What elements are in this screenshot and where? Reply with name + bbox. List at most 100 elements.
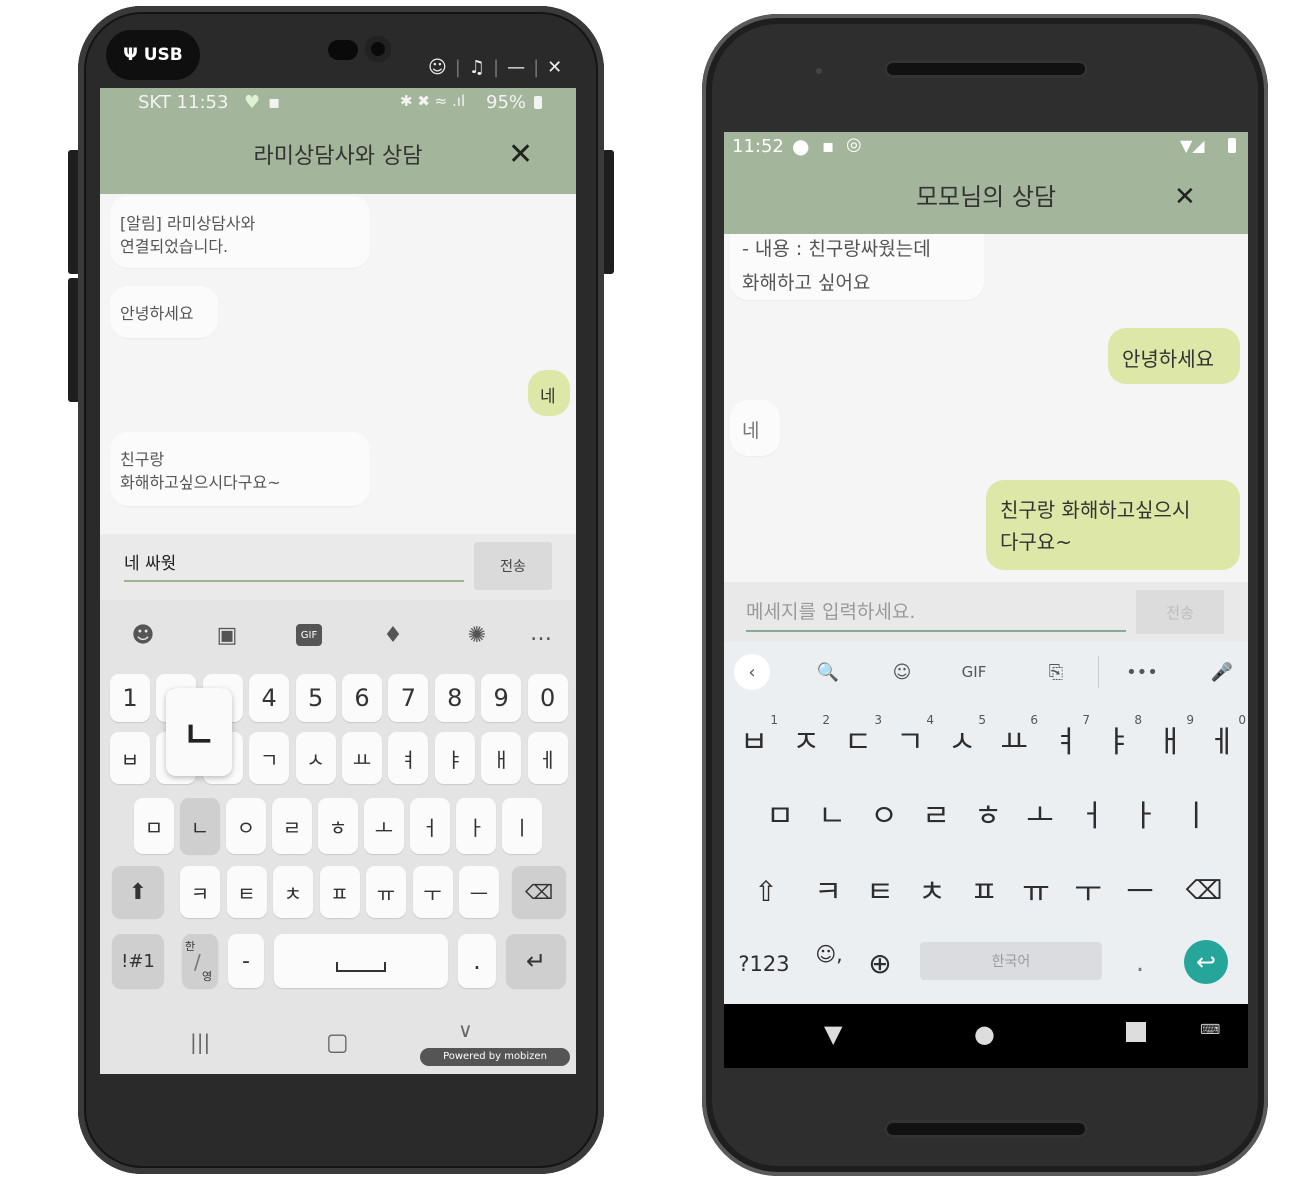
dash-key[interactable]: -: [228, 934, 264, 988]
emoji-comma-key[interactable]: ☺,: [814, 944, 844, 964]
close-chat-button-overlay[interactable]: ✕: [1174, 184, 1196, 210]
letter-key[interactable]: ㅎ: [318, 798, 358, 854]
letter-key[interactable]: ㅓ: [1076, 802, 1108, 832]
collapse-toolbar-icon[interactable]: ‹: [734, 654, 770, 690]
recents-nav-button[interactable]: |||: [190, 1030, 210, 1054]
letter-key[interactable]: ㅡ: [1124, 878, 1156, 908]
letter-key[interactable]: ㅜ: [1072, 878, 1104, 908]
letter-key[interactable]: ㅌ: [226, 866, 267, 918]
letter-key[interactable]: ㄴ: [816, 802, 848, 832]
letter-key[interactable]: ㅠ: [366, 866, 406, 918]
letter-key[interactable]: ㅠ: [1020, 878, 1052, 908]
sticker-icon[interactable]: ▣: [212, 620, 242, 650]
letter-key[interactable]: ㄹ: [272, 798, 312, 854]
symbols-key[interactable]: !#1: [112, 934, 164, 988]
more-icon[interactable]: •••: [1124, 654, 1160, 690]
back-nav-button[interactable]: ▼: [824, 1020, 842, 1048]
letter-key[interactable]: ㅡ: [459, 866, 499, 918]
letter-key[interactable]: ㅂ: [110, 732, 150, 784]
letter-key[interactable]: ㅗ: [1024, 802, 1056, 832]
close-chat-button[interactable]: ✕: [508, 140, 533, 170]
number-key-7[interactable]: 7: [388, 674, 429, 722]
letter-key[interactable]: ㅁ: [764, 802, 796, 832]
letter-key[interactable]: ㅍ: [968, 878, 1000, 908]
send-button[interactable]: 전송: [1136, 590, 1224, 634]
letter-key[interactable]: ㅌ: [864, 878, 896, 908]
letter-key[interactable]: ㅍ: [319, 866, 360, 918]
letter-key[interactable]: ㅔ0: [1206, 714, 1246, 758]
letter-key[interactable]: ㅑ8: [1102, 714, 1142, 758]
bell-icon[interactable]: ♫: [469, 57, 485, 78]
letter-key[interactable]: ㅇ: [226, 798, 266, 854]
number-key-9[interactable]: 9: [481, 674, 522, 722]
letter-key[interactable]: ㄴ: [180, 798, 220, 854]
number-key-8[interactable]: 8: [434, 674, 475, 722]
search-icon[interactable]: 🔍: [810, 654, 846, 690]
backspace-key[interactable]: ⌫: [512, 866, 566, 918]
letter-key[interactable]: ㅅ: [295, 732, 336, 784]
gif-icon[interactable]: GIF: [296, 624, 322, 646]
letter-key[interactable]: ㅏ: [456, 798, 496, 854]
shift-key[interactable]: ⬆: [112, 866, 164, 918]
settings-gear-icon[interactable]: ✺: [462, 620, 492, 650]
letter-key[interactable]: ㅔ: [527, 732, 568, 784]
emoji-icon[interactable]: ☻: [128, 620, 158, 650]
letter-key[interactable]: ㅋ: [180, 866, 220, 918]
letter-key[interactable]: ㅗ: [364, 798, 404, 854]
minimize-icon[interactable]: —: [507, 57, 525, 78]
home-nav-button[interactable]: ▢: [326, 1028, 349, 1056]
home-nav-button[interactable]: ●: [974, 1020, 995, 1048]
language-toggle-key[interactable]: 한 / 영: [182, 934, 218, 988]
gif-icon[interactable]: GIF: [956, 654, 992, 690]
send-button[interactable]: 전송: [474, 542, 552, 590]
letter-key[interactable]: ㅕ7: [1050, 714, 1090, 758]
translate-icon[interactable]: ⎘: [1038, 654, 1074, 690]
letter-key[interactable]: ㅣ: [502, 798, 542, 854]
enter-key[interactable]: ↵: [506, 934, 566, 988]
letter-key[interactable]: ㅓ: [410, 798, 450, 854]
space-key[interactable]: 한국어: [920, 942, 1102, 980]
microphone-icon[interactable]: 🎤: [1204, 654, 1240, 690]
letter-key[interactable]: ㅏ: [1128, 802, 1160, 832]
recents-nav-button[interactable]: [1126, 1022, 1146, 1042]
letter-key[interactable]: ㅊ: [916, 878, 948, 908]
more-icon[interactable]: …: [526, 618, 556, 648]
back-nav-button[interactable]: ∨: [458, 1018, 473, 1042]
number-key-4[interactable]: 4: [249, 674, 290, 722]
letter-key[interactable]: ㅛ: [342, 732, 382, 784]
letter-key[interactable]: ㅜ: [412, 866, 453, 918]
keyboard-switch-icon[interactable]: ⌨: [1200, 1022, 1220, 1038]
globe-icon[interactable]: ⊕: [862, 950, 898, 978]
letter-key[interactable]: ㅅ5: [946, 714, 986, 758]
letter-key[interactable]: ㅕ: [388, 732, 429, 784]
number-key-6[interactable]: 6: [342, 674, 382, 722]
letter-key[interactable]: ㄱ: [249, 732, 290, 784]
letter-key[interactable]: ㅎ: [972, 802, 1004, 832]
period-key[interactable]: .: [1128, 950, 1152, 976]
shift-key[interactable]: ⇧: [746, 878, 786, 906]
sticker-icon[interactable]: ☺: [884, 654, 920, 690]
letter-key[interactable]: ㅐ9: [1154, 714, 1194, 758]
letter-key[interactable]: ㄱ4: [894, 714, 934, 758]
letter-key[interactable]: ㅛ6: [998, 714, 1038, 758]
letter-key[interactable]: ㅑ: [434, 732, 475, 784]
letter-key[interactable]: ㅊ: [273, 866, 313, 918]
letter-key[interactable]: ㅂ1: [738, 714, 778, 758]
ghost-icon[interactable]: ☺: [428, 57, 447, 78]
letter-key[interactable]: ㅋ: [812, 878, 844, 908]
microphone-icon[interactable]: ♦: [378, 620, 408, 650]
letter-key[interactable]: ㅐ: [481, 732, 522, 784]
letter-key[interactable]: ㄷ3: [842, 714, 882, 758]
letter-key[interactable]: ㄹ: [920, 802, 952, 832]
close-icon[interactable]: ✕: [547, 57, 562, 78]
message-input[interactable]: 네 싸웟: [124, 550, 464, 582]
number-key-5[interactable]: 5: [295, 674, 336, 722]
number-key-1[interactable]: 1: [110, 674, 150, 722]
number-key-0[interactable]: 0: [527, 674, 568, 722]
message-input[interactable]: 메세지를 입력하세요.: [746, 596, 1126, 632]
backspace-key[interactable]: ⌫: [1184, 878, 1224, 904]
period-key[interactable]: .: [458, 934, 496, 988]
enter-key[interactable]: ↩: [1184, 940, 1228, 984]
letter-key[interactable]: ㅇ: [868, 802, 900, 832]
space-key[interactable]: [274, 934, 448, 988]
